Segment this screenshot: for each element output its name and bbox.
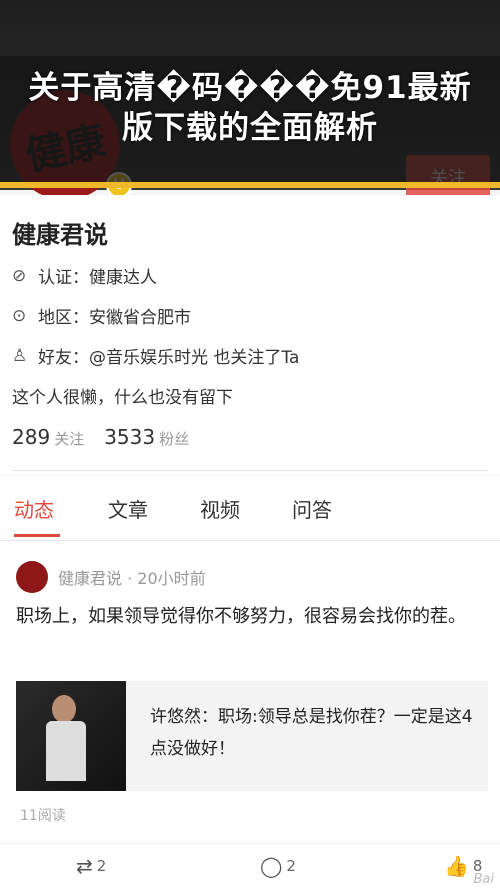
comment-count: 2 [286,857,296,875]
post-actions: ⇄ 2 ◯ 2 👍 8 [0,843,500,884]
quoted-article-title: 许悠然：职场:领导总是找你茬？一定是这4点没做好！ [150,707,473,759]
divider [12,470,488,471]
active-tab-indicator [14,534,60,537]
profile-bio: 这个人很懒，什么也没有留下 [12,388,233,408]
location-pin-icon: ⊙ [12,305,27,326]
repost-button[interactable]: ⇄ 2 [76,854,106,878]
profile-info: 健康君说 ⊘ 认证：健康达人 ⊙ 地区：安徽省合肥市 ♙ 好友：@音乐娱乐时光 … [0,195,500,475]
certification-row: ⊘ 认证：健康达人 [12,263,157,289]
tab-qa[interactable]: 问答 [292,494,332,523]
thumbs-up-icon: 👍 [444,854,469,878]
quoted-article[interactable]: 许悠然：职场:领导总是找你茬？一定是这4点没做好！ [16,681,488,791]
banner-title-line1: 关于高清�码���免91最新 [28,70,472,106]
post-author-avatar[interactable] [16,561,48,593]
watermark: Bai [473,872,495,887]
fans-count[interactable]: 3533 [104,425,155,449]
content-tabs: 动态 文章 视频 问答 [0,476,500,540]
friends-row[interactable]: ♙ 好友：@音乐娱乐时光 也关注了Ta [12,343,300,369]
certification-text: 认证：健康达人 [38,268,157,288]
profile-stats: 289 关注 3533 粉丝 [12,425,209,449]
post-card[interactable]: 健康君说 · 20小时前 职场上，如果领导觉得你不够努力，很容易会找你的茬。 许… [0,541,500,889]
person-icon: ♙ [12,345,28,366]
post-author-time: 健康君说 · 20小时前 [58,569,206,588]
repost-icon: ⇄ [76,854,93,878]
thumbnail-person-body [46,721,86,781]
tab-articles[interactable]: 文章 [108,494,148,523]
check-circle-icon: ⊘ [12,265,27,286]
region-text: 地区：安徽省合肥市 [38,308,191,328]
tab-videos[interactable]: 视频 [200,494,240,523]
following-label[interactable]: 关注 [54,428,84,449]
tab-dynamics[interactable]: 动态 [14,494,54,523]
fans-label[interactable]: 粉丝 [159,428,189,449]
profile-screen: 健康 V 关注 关于高清�码���免91最新 版下载的全面解析 健康君说 ⊘ 认… [0,0,500,889]
comment-button[interactable]: ◯ 2 [260,854,296,878]
post-text[interactable]: 职场上，如果领导觉得你不够努力，很容易会找你的茬。 [16,601,486,633]
read-count: 11阅读 [20,808,66,824]
banner-title: 关于高清�码���免91最新 版下载的全面解析 [0,68,500,148]
friends-text: 好友：@音乐娱乐时光 也关注了Ta [38,348,300,368]
thumbnail-person-head [52,695,76,723]
profile-name: 健康君说 [12,221,108,249]
following-count[interactable]: 289 [12,425,50,449]
title-banner: 关于高清�码���免91最新 版下载的全面解析 [0,56,500,188]
banner-title-line2: 版下载的全面解析 [122,110,378,146]
repost-count: 2 [96,857,107,875]
quoted-article-thumbnail [16,681,126,791]
region-row: ⊙ 地区：安徽省合肥市 [12,303,191,329]
comment-icon: ◯ [260,854,283,878]
